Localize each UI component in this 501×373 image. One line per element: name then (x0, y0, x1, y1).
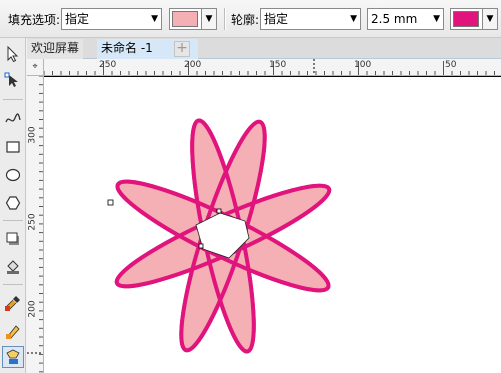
fill-mode-value: 指定 (65, 12, 90, 26)
chevron-down-icon[interactable]: ▼ (482, 9, 497, 29)
flower-shape[interactable] (107, 116, 337, 357)
interactive-fill-icon[interactable] (2, 320, 24, 342)
outline-label: 轮廓: (231, 13, 260, 27)
outline-width-value: 2.5 mm (371, 12, 418, 26)
toolbox (0, 38, 26, 373)
tab-welcome[interactable]: 欢迎屏幕 (27, 39, 84, 59)
vertical-ruler[interactable]: 300 250 200 (27, 76, 44, 373)
freehand-tool-icon[interactable] (2, 108, 24, 130)
node-handle[interactable] (107, 199, 114, 206)
ellipse-tool-icon[interactable] (2, 164, 24, 186)
property-bar: 填充选项: 指定 ▼ ▼ 轮廓: 指定 ▼ 2.5 mm ▼ ▼ (0, 0, 501, 38)
shadow-tool-icon[interactable] (2, 228, 24, 250)
shape-tool-icon[interactable] (2, 70, 24, 92)
fill-options-label: 填充选项: (8, 13, 61, 27)
divider (3, 284, 23, 285)
chevron-down-icon: ▼ (433, 14, 440, 24)
document-tabs: 欢迎屏幕 未命名 -1 + (27, 38, 501, 59)
chevron-down-icon[interactable]: ▼ (201, 9, 216, 29)
ruler-origin[interactable]: ⌖ (27, 59, 44, 76)
divider (3, 220, 23, 221)
outline-mode-value: 指定 (264, 12, 289, 26)
ruler-label: 200 (184, 60, 202, 70)
ruler-label: 50 (445, 60, 457, 70)
outline-color-swatch (453, 11, 479, 27)
chevron-down-icon: ▼ (350, 14, 357, 24)
fill-color-picker[interactable]: ▼ (169, 8, 217, 30)
ruler-label: 250 (27, 213, 38, 231)
divider (3, 99, 23, 100)
add-tab-icon[interactable]: + (174, 41, 190, 57)
polygon-tool-icon[interactable] (2, 192, 24, 214)
drawing-canvas[interactable] (44, 77, 501, 373)
drawing-svg (107, 116, 337, 357)
smart-fill-icon[interactable] (2, 346, 24, 368)
pick-tool-icon[interactable] (2, 43, 24, 65)
horizontal-ruler[interactable]: 250 200 150 100 50 (27, 59, 501, 76)
ruler-label: 150 (269, 60, 287, 70)
ruler-label: 250 (99, 60, 117, 70)
fill-tool-icon[interactable] (2, 256, 24, 278)
outline-mode-dropdown[interactable]: 指定 ▼ (260, 8, 361, 30)
ruler-label: 300 (27, 126, 38, 144)
fill-mode-dropdown[interactable]: 指定 ▼ (61, 8, 162, 30)
node-handle[interactable] (198, 243, 204, 249)
outline-color-picker[interactable]: ▼ (450, 8, 498, 30)
rectangle-tool-icon[interactable] (2, 136, 24, 158)
ruler-label: 200 (27, 300, 38, 318)
eyedropper-tool-icon[interactable] (2, 292, 24, 314)
divider (224, 8, 226, 30)
chevron-down-icon: ▼ (151, 14, 158, 24)
fill-color-swatch (172, 11, 198, 27)
node-handle[interactable] (216, 208, 222, 214)
ruler-label: 100 (354, 60, 372, 70)
outline-width-dropdown[interactable]: 2.5 mm ▼ (367, 8, 444, 30)
coreldraw-window: 填充选项: 指定 ▼ ▼ 轮廓: 指定 ▼ 2.5 mm ▼ ▼ 欢迎屏幕 未命… (0, 0, 501, 373)
